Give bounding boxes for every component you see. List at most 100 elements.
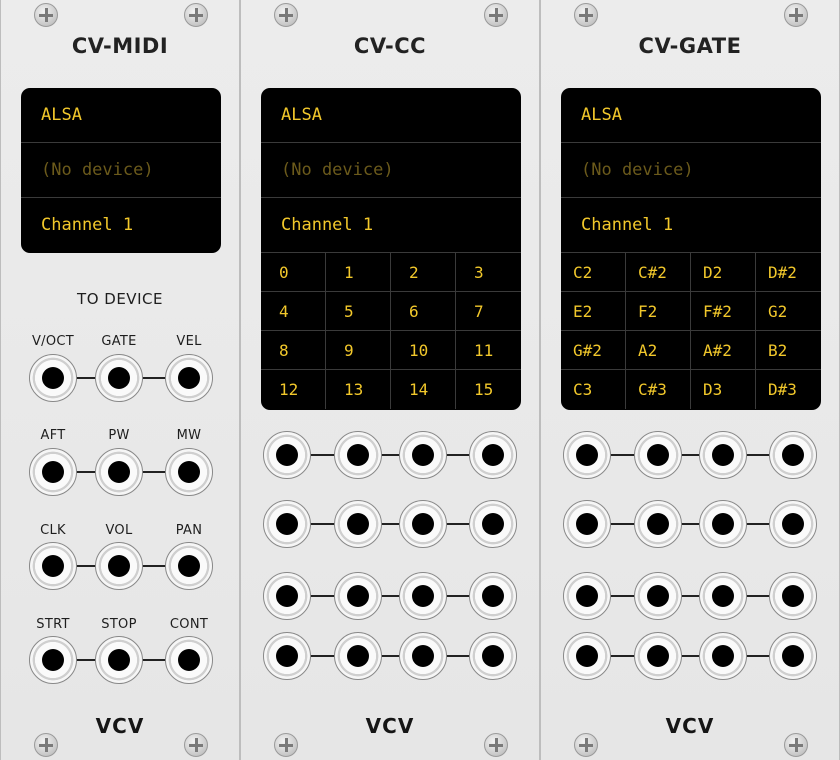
driver-select[interactable]: ALSA [21,88,221,143]
grid-cell[interactable]: C2 [561,253,626,292]
output-jack[interactable] [769,632,817,680]
output-jack[interactable] [399,632,447,680]
module-title: CV-MIDI [71,34,169,58]
output-jack[interactable] [469,500,517,548]
device-select[interactable]: (No device) [21,143,221,198]
output-jack[interactable] [165,354,213,402]
channel-select[interactable]: Channel 1 [561,198,821,253]
grid-cell[interactable]: F2 [626,292,691,331]
output-jack[interactable] [334,431,382,479]
output-jack[interactable] [263,431,311,479]
grid-cell[interactable]: 10 [391,331,456,370]
output-jack[interactable] [563,431,611,479]
jack-label: MW [176,428,202,443]
grid-cell[interactable]: 15 [456,370,521,409]
grid-cell[interactable]: 14 [391,370,456,409]
grid-cell[interactable]: A#2 [691,331,756,370]
cv-midi-module: CV-MIDI ALSA (No device) Channel 1 TO DE… [0,0,240,760]
output-jack[interactable] [699,500,747,548]
cable-line [287,454,493,456]
output-jack[interactable] [263,572,311,620]
grid-cell[interactable]: 9 [326,331,391,370]
grid-cell[interactable]: A2 [626,331,691,370]
grid-cell[interactable]: G2 [756,292,821,331]
grid-cell[interactable]: G#2 [561,331,626,370]
output-jack[interactable] [469,431,517,479]
output-jack[interactable] [634,632,682,680]
gate-display: ALSA (No device) Channel 1 C2 C#2 D2 D#2 E2 F… [561,88,821,410]
device-select[interactable]: (No device) [561,143,821,198]
grid-cell[interactable]: 2 [391,253,456,292]
to-device-label: TO DEVICE [77,290,163,308]
output-jack[interactable] [469,572,517,620]
jack-label: AFT [40,428,66,443]
output-jack[interactable] [263,500,311,548]
grid-cell[interactable]: 3 [456,253,521,292]
output-jack[interactable] [29,636,77,684]
output-jack[interactable] [29,354,77,402]
output-jack[interactable] [399,431,447,479]
grid-cell[interactable]: 1 [326,253,391,292]
output-jack[interactable] [699,572,747,620]
output-jack[interactable] [399,572,447,620]
grid-cell[interactable]: 8 [261,331,326,370]
output-jack[interactable] [334,572,382,620]
jack-label: VOL [105,523,133,538]
output-jack[interactable] [634,572,682,620]
output-jack[interactable] [699,431,747,479]
output-jack[interactable] [165,542,213,590]
output-jack[interactable] [29,448,77,496]
grid-cell[interactable]: C#2 [626,253,691,292]
grid-cell[interactable]: D2 [691,253,756,292]
midi-display: ALSA (No device) Channel 1 [21,88,221,253]
screw-icon [184,3,208,27]
output-jack[interactable] [769,572,817,620]
jack-label: STOP [101,617,137,632]
grid-cell[interactable]: 7 [456,292,521,331]
driver-select[interactable]: ALSA [261,88,521,143]
grid-cell[interactable]: 0 [261,253,326,292]
channel-select[interactable]: Channel 1 [261,198,521,253]
output-jack[interactable] [334,500,382,548]
grid-cell[interactable]: 6 [391,292,456,331]
output-jack[interactable] [95,542,143,590]
grid-cell[interactable]: 11 [456,331,521,370]
grid-cell[interactable]: 5 [326,292,391,331]
grid-cell[interactable]: F#2 [691,292,756,331]
output-jack[interactable] [769,431,817,479]
output-jack[interactable] [334,632,382,680]
output-jack[interactable] [563,572,611,620]
output-jack[interactable] [699,632,747,680]
output-jack[interactable] [563,500,611,548]
output-jack[interactable] [563,632,611,680]
output-jack[interactable] [263,632,311,680]
grid-cell[interactable]: 12 [261,370,326,409]
grid-cell[interactable]: D#2 [756,253,821,292]
output-jack[interactable] [469,632,517,680]
grid-cell[interactable]: C3 [561,370,626,409]
output-jack[interactable] [634,431,682,479]
output-jack[interactable] [29,542,77,590]
output-jack[interactable] [95,448,143,496]
output-jack[interactable] [634,500,682,548]
driver-select[interactable]: ALSA [561,88,821,143]
output-jack[interactable] [165,636,213,684]
grid-cell[interactable]: D3 [691,370,756,409]
output-jack[interactable] [165,448,213,496]
grid-cell[interactable]: 4 [261,292,326,331]
output-jack[interactable] [769,500,817,548]
jack-label: CONT [169,617,209,632]
device-select[interactable]: (No device) [261,143,521,198]
output-jack[interactable] [95,354,143,402]
cv-gate-module: CV-GATE ALSA (No device) Channel 1 C2 C#2… [540,0,840,760]
grid-cell[interactable]: C#3 [626,370,691,409]
cable-line [587,655,793,657]
grid-cell[interactable]: B2 [756,331,821,370]
grid-cell[interactable]: 13 [326,370,391,409]
output-jack[interactable] [95,636,143,684]
output-jack[interactable] [399,500,447,548]
grid-cell[interactable]: D#3 [756,370,821,409]
channel-select[interactable]: Channel 1 [21,198,221,253]
cv-cc-module: CV-CC ALSA (No device) Channel 1 0123456… [240,0,540,760]
grid-cell[interactable]: E2 [561,292,626,331]
